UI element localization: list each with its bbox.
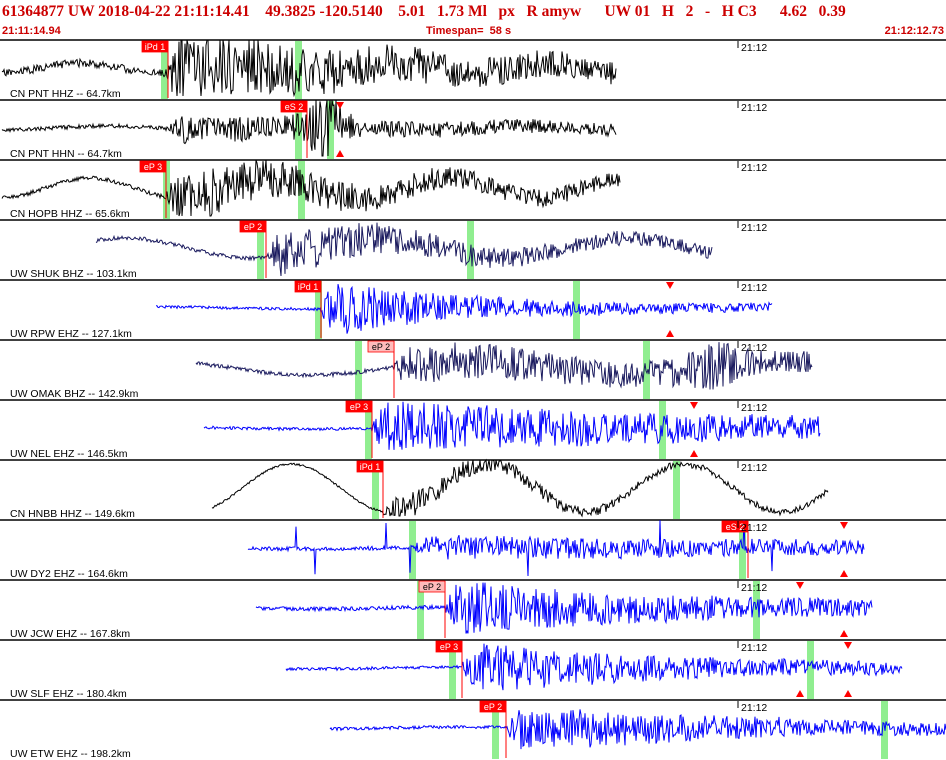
station-label: CN PNT HHN -- 64.7km <box>10 148 122 160</box>
station-label: CN HNBB HHZ -- 149.6km <box>10 508 135 520</box>
amp-marker-down-icon[interactable] <box>666 282 674 289</box>
station-label: UW ETW EHZ -- 198.2km <box>10 748 131 760</box>
time-tick-label: 21:12 <box>741 522 767 534</box>
window-band <box>355 341 362 399</box>
waveform[interactable] <box>255 582 873 634</box>
amp-marker-up-icon[interactable] <box>336 150 344 157</box>
waveform[interactable] <box>95 222 713 277</box>
waveform[interactable] <box>247 519 865 577</box>
trace-row[interactable]: iPd 1 21:12 UW RPW EHZ -- 127.1km <box>0 279 946 340</box>
pick-label: eP 2 <box>372 342 390 352</box>
amp-marker-up-icon[interactable] <box>840 630 848 637</box>
pick-label: eP 2 <box>423 582 441 592</box>
amp-marker-up-icon[interactable] <box>796 690 804 697</box>
amp-marker-down-icon[interactable] <box>844 642 852 649</box>
time-tick-label: 21:12 <box>741 282 767 294</box>
time-tick-label: 21:12 <box>741 642 767 654</box>
time-tick-label: 21:12 <box>741 582 767 594</box>
station-label: UW DY2 EHZ -- 164.6km <box>10 568 128 580</box>
trace-row[interactable]: eP 3 21:12 UW SLF EHZ -- 180.4km <box>0 639 946 700</box>
pick-label: eP 2 <box>244 222 262 232</box>
station-label: UW JCW EHZ -- 167.8km <box>10 628 130 640</box>
pick-label: eP 3 <box>144 162 162 172</box>
trace-row[interactable]: eP 2 21:12 UW ETW EHZ -- 198.2km <box>0 699 946 760</box>
waveform[interactable] <box>329 709 946 750</box>
trace-row[interactable]: eP 2 21:12 UW OMAK BHZ -- 142.9km <box>0 339 946 400</box>
amp-marker-down-icon[interactable] <box>690 402 698 409</box>
trace-row[interactable]: eS 2 21:12 CN PNT HHN -- 64.7km <box>0 99 946 160</box>
time-tick-label: 21:12 <box>741 462 767 474</box>
trace-row[interactable]: eP 2 21:12 UW JCW EHZ -- 167.8km <box>0 579 946 640</box>
pick-label: iPd 1 <box>360 462 381 472</box>
amp-marker-up-icon[interactable] <box>690 450 698 457</box>
window-band <box>673 461 680 519</box>
station-label: CN PNT HHZ -- 64.7km <box>10 88 121 100</box>
amp-marker-up-icon[interactable] <box>666 330 674 337</box>
amp-marker-down-icon[interactable] <box>796 582 804 589</box>
station-label: UW OMAK BHZ -- 142.9km <box>10 388 139 400</box>
trace-row[interactable]: eP 3 21:12 CN HOPB HHZ -- 65.6km <box>0 159 946 220</box>
pick-label: eP 3 <box>440 642 458 652</box>
waveform[interactable] <box>156 283 773 334</box>
time-tick-label: 21:12 <box>741 342 767 354</box>
amp-marker-up-icon[interactable] <box>844 690 852 697</box>
seismogram-record-section[interactable]: iPd 1 21:12 CN PNT HHZ -- 64.7km eS 2 21:12 C… <box>0 0 946 760</box>
waveform[interactable] <box>203 401 821 450</box>
time-tick-label: 21:12 <box>741 402 767 414</box>
trace-row[interactable]: eP 3 21:12 UW NEL EHZ -- 146.5km <box>0 399 946 460</box>
pick-label: iPd 1 <box>145 42 166 52</box>
trace-row[interactable]: eP 2 21:12 UW SHUK BHZ -- 103.1km <box>0 219 946 280</box>
pick-label: eS 2 <box>285 102 304 112</box>
window-band <box>573 281 580 339</box>
time-tick-label: 21:12 <box>741 702 767 714</box>
station-label: UW SLF EHZ -- 180.4km <box>10 688 127 700</box>
time-tick-label: 21:12 <box>741 42 767 54</box>
station-label: UW SHUK BHZ -- 103.1km <box>10 268 137 280</box>
window-band <box>807 641 814 699</box>
station-label: CN HOPB HHZ -- 65.6km <box>10 208 130 220</box>
pick-label: eP 2 <box>484 702 502 712</box>
pick-label: eP 3 <box>350 402 368 412</box>
waveform[interactable] <box>211 458 829 518</box>
pick-label: iPd 1 <box>298 282 319 292</box>
trace-row[interactable]: eS 221:12UW DY2 EHZ -- 164.6km <box>0 519 946 580</box>
trace-row[interactable]: iPd 1 21:12 CN HNBB HHZ -- 149.6km <box>0 458 946 520</box>
time-tick-label: 21:12 <box>741 102 767 114</box>
amp-marker-down-icon[interactable] <box>840 522 848 529</box>
station-label: UW RPW EHZ -- 127.1km <box>10 328 132 340</box>
amp-marker-down-icon[interactable] <box>336 102 344 109</box>
amp-marker-up-icon[interactable] <box>840 570 848 577</box>
time-tick-label: 21:12 <box>741 162 767 174</box>
time-tick-label: 21:12 <box>741 222 767 234</box>
trace-row[interactable]: iPd 1 21:12 CN PNT HHZ -- 64.7km <box>0 39 946 100</box>
station-label: UW NEL EHZ -- 146.5km <box>10 448 128 460</box>
waveform[interactable] <box>195 342 813 390</box>
